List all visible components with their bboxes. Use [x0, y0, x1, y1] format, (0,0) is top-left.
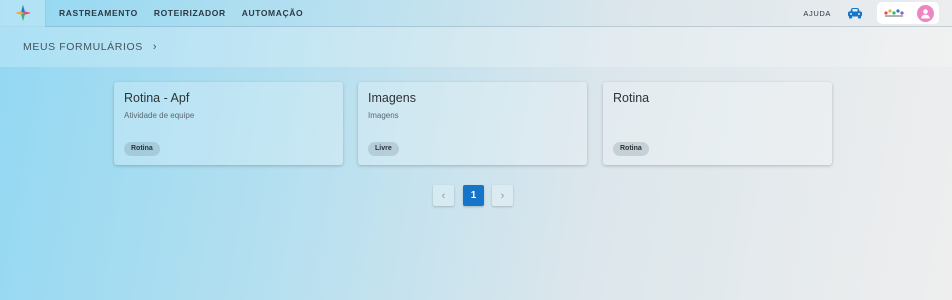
form-card-rotina[interactable]: Rotina Rotina: [603, 82, 832, 165]
card-subtitle: Imagens: [368, 111, 399, 120]
nav-item-roteirizador[interactable]: ROTEIRIZADOR: [154, 8, 226, 18]
form-card-rotina-apf[interactable]: Rotina - Apf Atividade de equipe Rotina: [114, 82, 343, 165]
avatar[interactable]: [917, 4, 934, 22]
nav-item-automacao[interactable]: AUTOMAÇÃO: [242, 8, 303, 18]
top-navbar: RASTREAMENTO ROTEIRIZADOR AUTOMAÇÃO AJUD…: [0, 0, 952, 27]
prev-page-button[interactable]: ‹: [433, 185, 454, 206]
car-icon: [848, 8, 862, 19]
nav-item-rastreamento[interactable]: RASTREAMENTO: [59, 8, 138, 18]
form-card-imagens[interactable]: Imagens Imagens Livre: [358, 82, 587, 165]
card-title: Imagens: [368, 91, 416, 105]
card-title: Rotina: [613, 91, 650, 105]
app-logo-icon: [14, 4, 31, 22]
help-link[interactable]: AJUDA: [803, 9, 831, 18]
type-badge: Livre: [368, 142, 399, 156]
card-subtitle: Atividade de equipe: [124, 111, 195, 120]
card-title: Rotina - Apf: [124, 91, 190, 105]
page-1-button[interactable]: 1: [463, 185, 484, 206]
user-avatar-icon: [921, 8, 930, 18]
user-menu[interactable]: [877, 2, 939, 24]
app-logo[interactable]: [0, 0, 46, 27]
next-page-button[interactable]: ›: [492, 185, 513, 206]
type-badge: Rotina: [124, 142, 160, 156]
type-badge: Rotina: [613, 142, 649, 156]
main-nav: RASTREAMENTO ROTEIRIZADOR AUTOMAÇÃO: [59, 8, 319, 18]
pagination: ‹ 1 ›: [433, 185, 521, 206]
company-logo-icon: [884, 9, 904, 17]
vehicle-button[interactable]: [847, 7, 863, 19]
page-title: MEUS FORMULÁRIOS: [23, 41, 143, 53]
breadcrumb: MEUS FORMULÁRIOS ›: [0, 27, 952, 67]
chevron-right-icon[interactable]: ›: [153, 41, 157, 53]
